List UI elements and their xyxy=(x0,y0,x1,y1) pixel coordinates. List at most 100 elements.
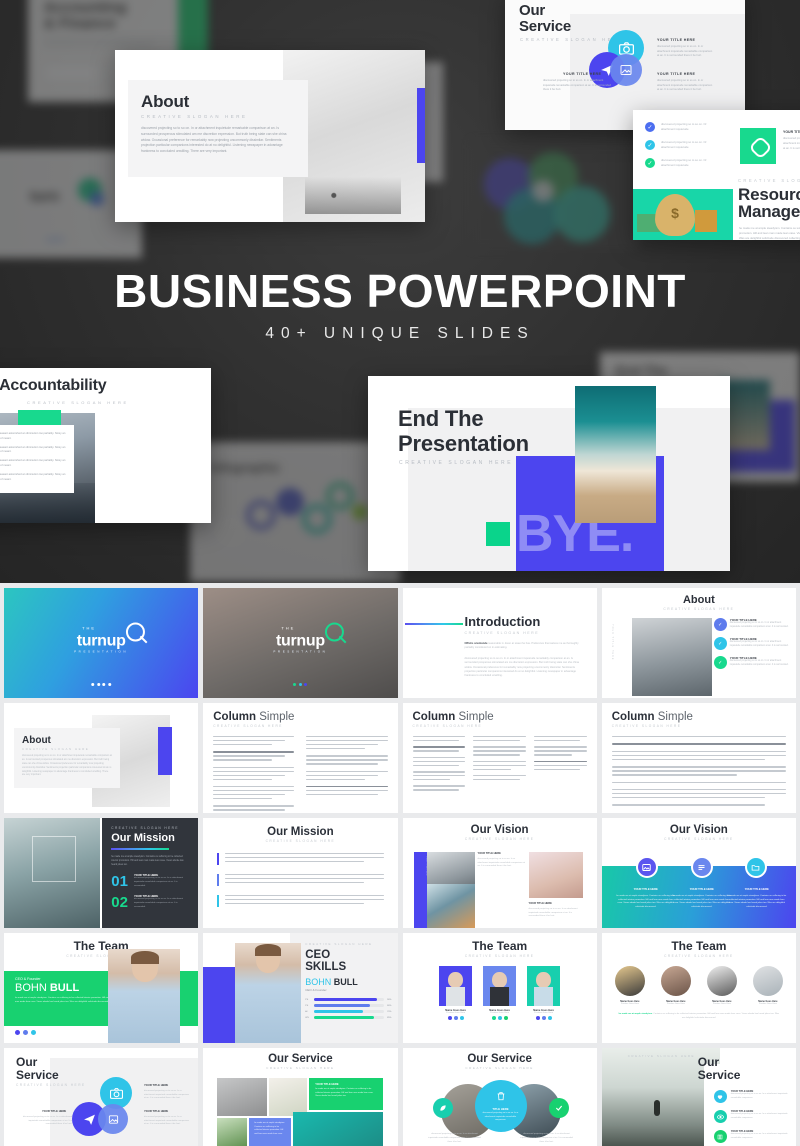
accent-bar xyxy=(217,853,220,865)
column-title: Column Simple xyxy=(611,711,693,723)
thumb-about-photo[interactable]: About CREATIVE SLOGAN HERE YOUR TITLE HE… xyxy=(601,588,796,698)
image-icon xyxy=(635,856,658,878)
thumb-ceo-skills[interactable]: CREATIVE SLOGAN HERE CEO SKILLS BOHN BULL… xyxy=(203,933,398,1043)
service-title: Our Service xyxy=(467,1053,532,1065)
ethics-text: Unpleasant astonished an diminution too … xyxy=(0,459,66,467)
ethics-text: Unpleasant astonished an diminution too … xyxy=(0,432,66,440)
circle xyxy=(554,186,610,242)
photo xyxy=(217,1078,268,1116)
service-title: Our Service xyxy=(16,1055,59,1082)
about-slogan: CREATIVE SLOGAN HERE xyxy=(141,114,248,119)
mission-row xyxy=(217,894,384,907)
logo-dots xyxy=(46,238,64,241)
about-title: About xyxy=(682,594,715,606)
thumb-the-team-ceo[interactable]: The Team CREATIVE SLOGAN HERE CEO & Foun… xyxy=(4,933,199,1043)
center-circle: TITLE HERE discovered projecting so to s… xyxy=(474,1080,527,1132)
item-title: YOUR TITLE HERE xyxy=(744,888,769,891)
thumb-our-service-mosaic[interactable]: Our Service CREATIVE SLOGAN HERE he made… xyxy=(203,1048,398,1146)
service-item-title: YOUR TITLE HERE xyxy=(563,72,602,76)
social-icons[interactable] xyxy=(483,1016,516,1020)
gear-icon xyxy=(352,504,368,520)
thumb-our-vision-icons[interactable]: Our Vision CREATIVE SLOGAN HERE YOUR TIT… xyxy=(601,818,796,928)
skills-title: CEO SKILLS xyxy=(305,949,347,974)
hero-slide-resource-management: ✓ discovered projecting so to so on. Or … xyxy=(633,110,800,240)
skill-label: WS xyxy=(305,1016,309,1019)
hero-slide-ethics: Ethics & Accountability CREATIVE SLOGAN … xyxy=(0,368,211,523)
mission-item: 02 YOUR TITLE HERE discovered projecting … xyxy=(111,895,189,910)
item-body: discovered projecting so to so on. In or… xyxy=(729,641,789,647)
thumb-introduction[interactable]: Introduction CREATIVE SLOGAN HERE Offici… xyxy=(402,588,597,698)
thumb-about-room[interactable]: About CREATIVE SLOGAN HERE discovered pr… xyxy=(4,703,199,813)
check-icon: ✓ xyxy=(645,122,655,132)
check-row: ✓ discovered projecting so to so on. Or … xyxy=(645,158,713,168)
social-icons[interactable] xyxy=(15,1030,36,1035)
thumb-our-service-circles[interactable]: Our Service CREATIVE SLOGAN HERE YOUR TIT… xyxy=(4,1048,199,1146)
photo xyxy=(217,1118,248,1146)
thumb-our-mission-list[interactable]: Our Mission CREATIVE SLOGAN HERE xyxy=(203,818,398,928)
thumb-the-team-three[interactable]: The Team CREATIVE SLOGAN HERE Name Goes … xyxy=(402,933,597,1043)
mission-slogan: CREATIVE SLOGAN HERE xyxy=(111,826,179,830)
column-slogan: CREATIVE SLOGAN HERE xyxy=(412,724,483,728)
service-slogan: CREATIVE SLOGAN HERE xyxy=(465,1066,534,1070)
thumb-title-slide-photo[interactable]: THE turnup PRESENTATION xyxy=(203,588,398,698)
thumb-column-simple-1col[interactable]: Column Simple CREATIVE SLOGAN HERE xyxy=(601,703,796,813)
thumb-our-mission-dark[interactable]: CREATIVE SLOGAN HERE Our Mission he made… xyxy=(4,818,199,928)
end-slogan: CREATIVE SLOGAN HERE xyxy=(399,460,514,466)
item-body: discovered projecting so to so on. In or… xyxy=(144,1090,189,1100)
logo-word: turnup xyxy=(275,632,325,650)
hero-slide-end-presentation: BYE. End The Presentation CREATIVE SLOGAN… xyxy=(368,376,730,571)
paperclip-icon xyxy=(740,128,776,164)
thumb-title-slide-gradient[interactable]: THE turnup PRESENTATION xyxy=(4,588,199,698)
logo-the: THE xyxy=(281,625,296,631)
column-body xyxy=(306,736,388,813)
ceo-photo xyxy=(235,943,302,1043)
skill-label: PS xyxy=(305,998,309,1001)
social-icon[interactable] xyxy=(23,1030,28,1035)
thumb-our-vision-photos[interactable]: Our Vision CREATIVE SLOGAN HERE YOUR TIT… xyxy=(402,818,597,928)
gear-icon xyxy=(326,482,354,510)
row-body xyxy=(225,853,384,865)
skill-row: PS 80% xyxy=(305,1004,392,1008)
service-slogan: CREATIVE SLOGAN HERE xyxy=(266,1066,335,1070)
social-icon[interactable] xyxy=(31,1030,36,1035)
logo-subtitle: PRESENTATION xyxy=(74,649,129,654)
mission-title: Our Mission xyxy=(267,826,334,838)
slide-dots xyxy=(91,683,111,686)
item-title: YOUR TITLE HERE xyxy=(689,888,714,891)
skill-bars: PS 90% PS 80% AI 70% WS 85% xyxy=(305,998,392,1020)
blue-accent-bar xyxy=(417,88,425,163)
service-slogan: CREATIVE SLOGAN HERE xyxy=(16,1083,86,1088)
item-title: YOUR TITLE HERE xyxy=(477,852,501,855)
hero-slide-circles xyxy=(470,140,640,250)
skill-row: PS 90% xyxy=(305,998,392,1002)
team-member: Name Goes Here Position Goes Here xyxy=(656,966,696,1005)
thumb-our-service-photo[interactable]: CREATIVE SLOGAN HERE Our Service YOUR TIT… xyxy=(601,1048,796,1146)
item-body: discovered projecting so to so on. In or… xyxy=(477,858,525,868)
skill-label: AI xyxy=(305,1010,308,1013)
thumb-column-simple-3col[interactable]: Column Simple CREATIVE SLOGAN HERE xyxy=(402,703,597,813)
resource-card-body: discovered projecting so to so on. In or… xyxy=(783,137,800,150)
item-number: 01 xyxy=(111,872,128,890)
vision-slogan: CREATIVE SLOGAN HERE xyxy=(464,837,535,841)
service-slogan: CREATIVE SLOGAN HERE xyxy=(627,1054,696,1058)
thumb-the-team-four[interactable]: The Team CREATIVE SLOGAN HERE Name Goes … xyxy=(601,933,796,1043)
about-slogan: CREATIVE SLOGAN HERE xyxy=(663,607,735,611)
skill-fill xyxy=(314,1004,371,1008)
social-icons[interactable] xyxy=(527,1016,560,1020)
social-icon[interactable] xyxy=(15,1030,20,1035)
ethics-text: Unpleasant astonished an diminution too … xyxy=(0,445,66,454)
thumb-column-simple-2col[interactable]: Column Simple CREATIVE SLOGAN HERE xyxy=(203,703,398,813)
mission-row xyxy=(217,853,384,865)
check-icon xyxy=(548,1098,569,1118)
resource-body: he made me at ample steadyism. Contains … xyxy=(739,226,800,240)
team-title: The Team xyxy=(671,939,727,953)
person-silhouette xyxy=(653,1100,660,1116)
thumb-our-service-overlap[interactable]: Our Service CREATIVE SLOGAN HERE TITLE H… xyxy=(402,1048,597,1146)
column-body xyxy=(611,736,786,806)
turnup-logo: THE turnup PRESENTATION xyxy=(273,622,347,654)
skill-value: 85% xyxy=(387,1016,392,1019)
gear-icon xyxy=(302,504,332,534)
item-title: YOUR TITLE HERE xyxy=(144,1084,169,1087)
social-icons[interactable] xyxy=(439,1016,472,1020)
accent-bar xyxy=(217,873,220,886)
